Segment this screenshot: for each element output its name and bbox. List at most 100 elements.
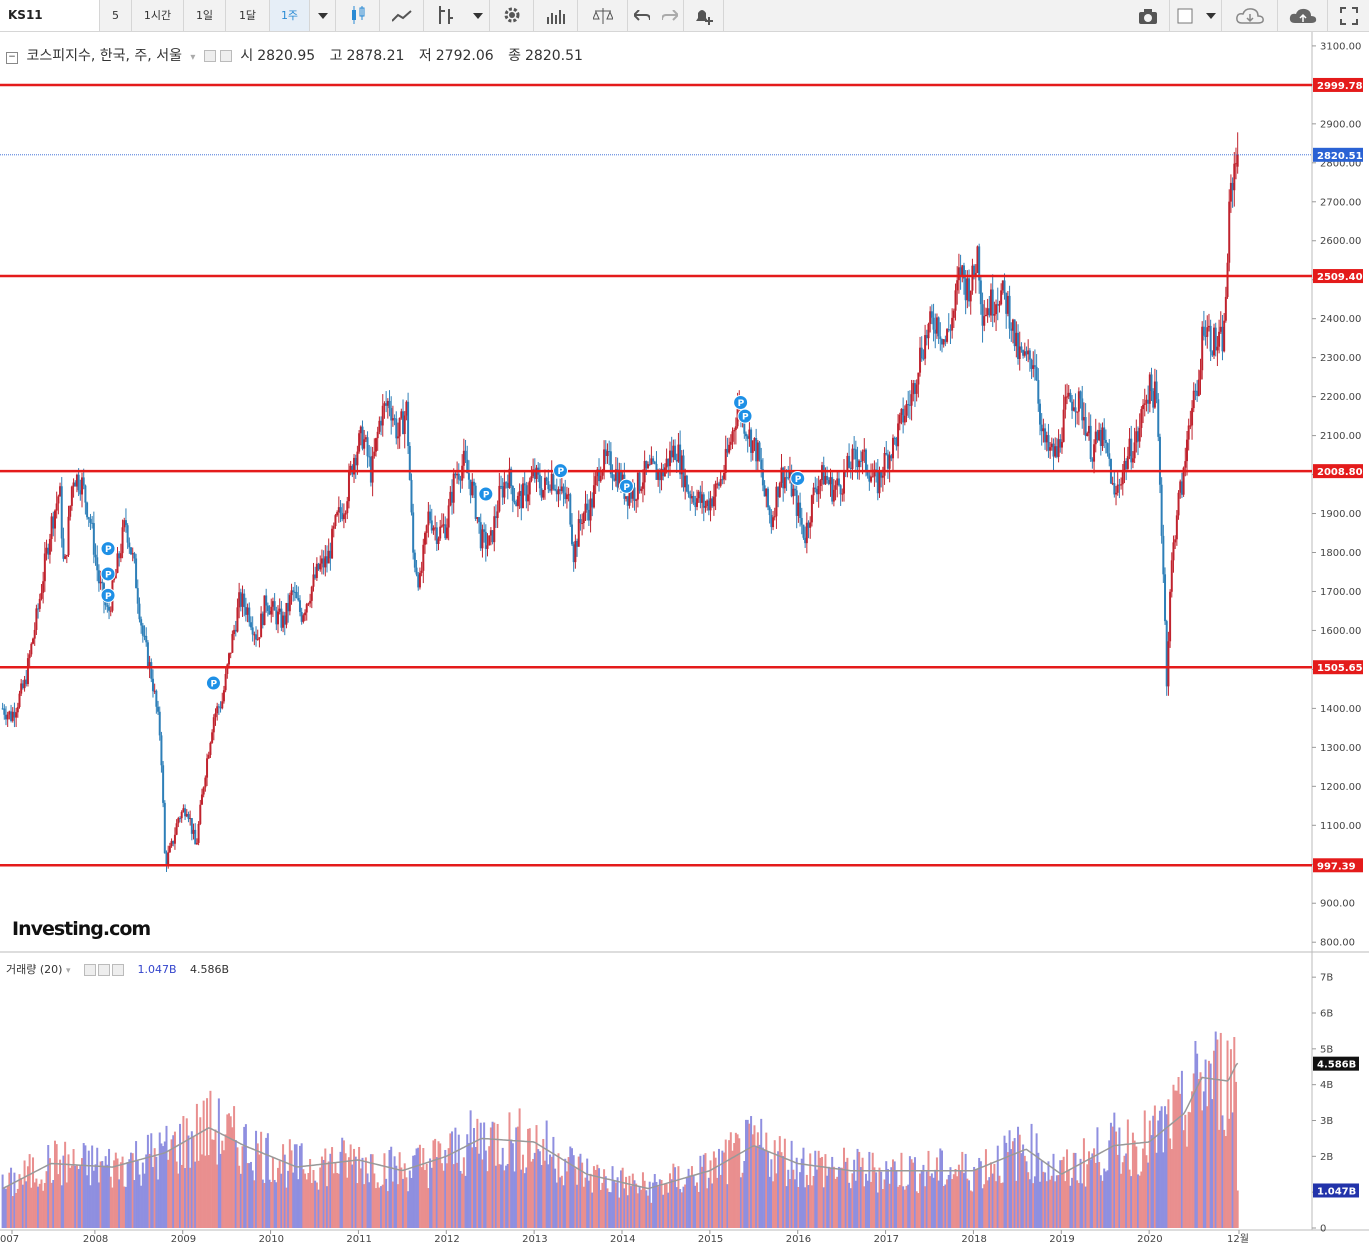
- chart-type-button[interactable]: [380, 0, 424, 31]
- candle-body: [1035, 366, 1038, 381]
- gear-icon[interactable]: [219, 50, 232, 62]
- symbol-input[interactable]: KS11: [0, 0, 100, 31]
- candle-body: [194, 829, 197, 845]
- candles-button[interactable]: [336, 0, 380, 31]
- candle-body: [439, 526, 442, 539]
- candle-body: [422, 544, 425, 571]
- candle-body: [251, 627, 254, 635]
- candle-body: [843, 471, 846, 494]
- candle-body: [848, 455, 851, 468]
- candle-body: [1000, 290, 1003, 305]
- candle-body: [728, 444, 731, 453]
- event-marker-letter: P: [623, 483, 630, 493]
- candle-body: [395, 418, 398, 439]
- candle-body: [1138, 427, 1141, 442]
- candle-body: [685, 475, 688, 492]
- candle-body: [915, 384, 918, 394]
- indicators-dropdown[interactable]: [466, 0, 490, 31]
- time-axis-label: 2020: [1137, 1234, 1162, 1245]
- interval-1month[interactable]: 1달: [226, 0, 270, 31]
- bar-graph-icon: [546, 10, 565, 24]
- price-legend: − 코스피지수, 한국, 주, 서울 ▾ 시 2820.95 고 2878.21 저…: [6, 45, 587, 65]
- layout-dropdown[interactable]: [1200, 0, 1222, 31]
- load-button[interactable]: [1222, 0, 1278, 31]
- candle-body: [851, 448, 854, 469]
- current-price-label: 2820.51: [1317, 151, 1363, 162]
- studies-button[interactable]: [534, 0, 578, 31]
- visibility-icon[interactable]: [203, 50, 216, 62]
- candle-body: [1223, 320, 1226, 352]
- save-button[interactable]: [1278, 0, 1328, 31]
- candle-body: [1143, 403, 1146, 405]
- price-chart[interactable]: 3100.003000.002900.002800.002700.002600.…: [0, 32, 1369, 1254]
- fullscreen-button[interactable]: [1328, 0, 1369, 31]
- volume-axis-label: 2B: [1320, 1152, 1333, 1163]
- candle-body: [1170, 560, 1173, 592]
- interval-1week[interactable]: 1주: [270, 0, 310, 31]
- cloud-download-icon: [1235, 8, 1264, 24]
- candle-body: [18, 693, 21, 708]
- candle-body: [998, 304, 1001, 306]
- candle-body: [995, 304, 998, 315]
- collapse-icon[interactable]: −: [6, 52, 18, 64]
- price-axis-label: 1700.00: [1320, 587, 1361, 598]
- candle-body: [1187, 425, 1190, 440]
- compare-button[interactable]: [578, 0, 628, 31]
- candle-body: [86, 502, 89, 518]
- candle-body: [871, 476, 874, 478]
- undo-button[interactable]: [628, 0, 656, 31]
- volume-axis-label: 5B: [1320, 1044, 1333, 1055]
- candle-body: [696, 498, 699, 507]
- time-axis-label: 2013: [522, 1234, 547, 1245]
- candle-body: [179, 818, 182, 820]
- candle-body: [336, 512, 339, 516]
- candle-body: [924, 335, 927, 359]
- settings-button[interactable]: [490, 0, 534, 31]
- square-icon: [1177, 8, 1193, 24]
- candle-body: [641, 482, 644, 489]
- candle-body: [298, 600, 301, 612]
- candle-body: [33, 629, 36, 639]
- candle-body: [834, 485, 837, 490]
- candle-body: [155, 690, 158, 707]
- candle-body: [951, 317, 954, 331]
- candle-body: [48, 539, 51, 555]
- candle-body: [295, 592, 298, 599]
- visibility-icon[interactable]: [83, 964, 96, 976]
- close-icon[interactable]: [111, 964, 124, 976]
- gear-icon[interactable]: [97, 964, 110, 976]
- volume-value-2: 4.586B: [190, 963, 230, 976]
- redo-button[interactable]: [656, 0, 684, 31]
- candle-body: [523, 483, 526, 486]
- candle-body: [38, 598, 41, 609]
- candle-body: [905, 404, 908, 416]
- interval-1day[interactable]: 1일: [184, 0, 226, 31]
- interval-5[interactable]: 5: [100, 0, 132, 31]
- candle-body: [927, 323, 930, 339]
- candle-body: [87, 517, 90, 519]
- alert-button[interactable]: [684, 0, 724, 31]
- snapshot-button[interactable]: [1126, 0, 1170, 31]
- chevron-down-icon[interactable]: ▾: [190, 52, 195, 63]
- candle-body: [611, 474, 614, 479]
- candle-body: [363, 439, 366, 449]
- candle-body: [814, 487, 817, 489]
- candle-body: [1113, 483, 1116, 495]
- interval-1hour[interactable]: 1시간: [132, 0, 184, 31]
- candle-body: [910, 394, 913, 406]
- open-value: 2820.95: [257, 48, 316, 64]
- candle-body: [265, 595, 268, 606]
- candle-body: [511, 485, 514, 501]
- candle-body: [32, 638, 35, 644]
- indicators-button[interactable]: [424, 0, 466, 31]
- interval-dropdown[interactable]: [310, 0, 336, 31]
- candle-body: [1020, 346, 1023, 350]
- candle-body: [457, 473, 460, 480]
- candle-body: [53, 510, 56, 529]
- chevron-down-icon[interactable]: ▾: [66, 966, 71, 976]
- candle-body: [1157, 399, 1160, 437]
- candle-body: [224, 673, 227, 691]
- candle-body: [552, 473, 555, 489]
- layout-button[interactable]: [1170, 0, 1200, 31]
- candle-body: [486, 545, 489, 549]
